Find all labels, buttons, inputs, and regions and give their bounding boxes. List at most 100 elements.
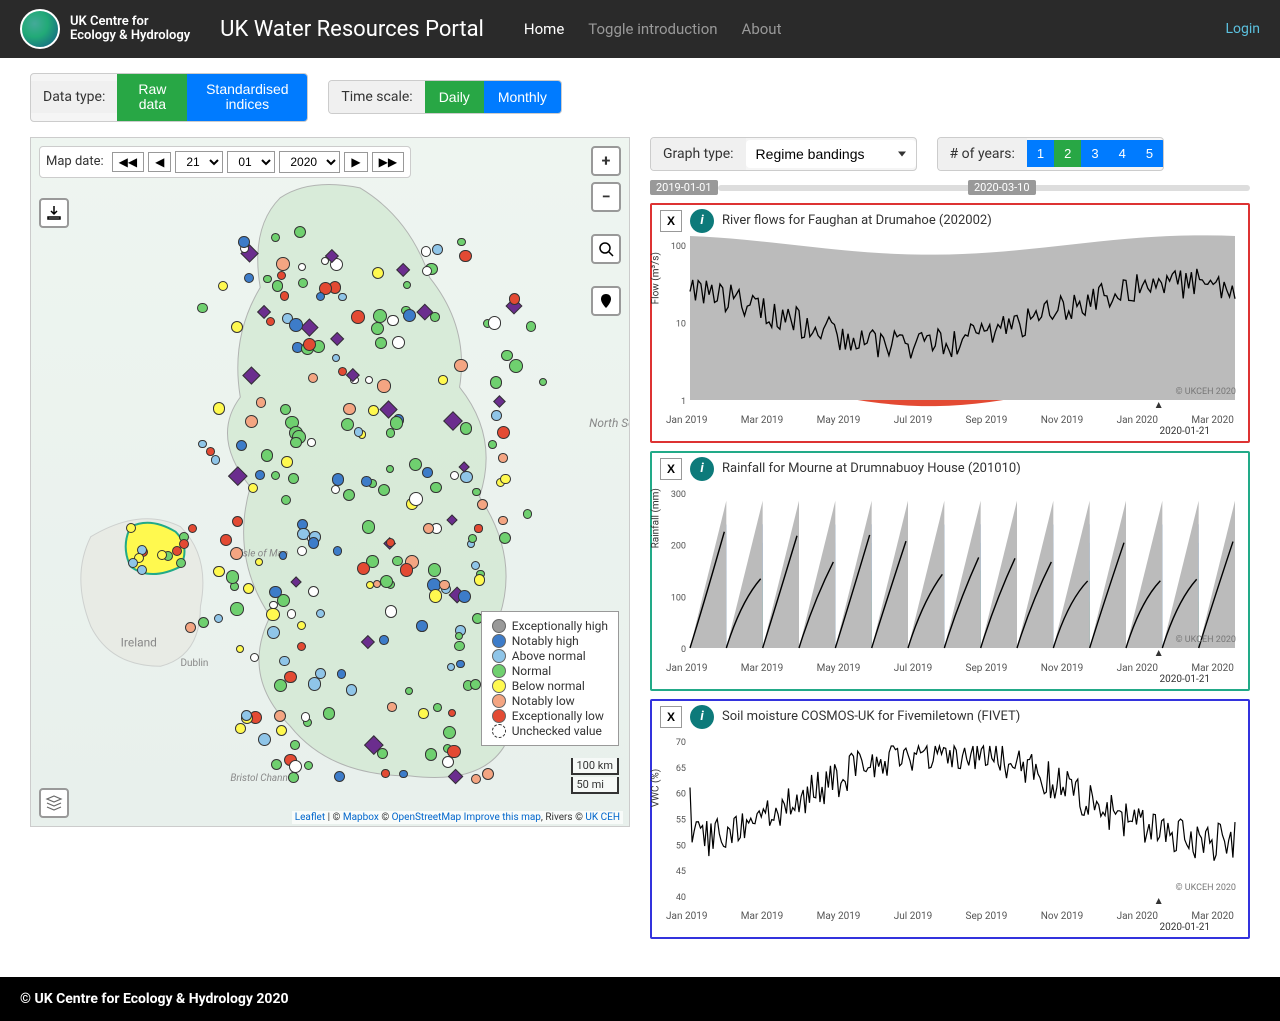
station-circle-marker[interactable] (308, 586, 319, 597)
station-circle-marker[interactable] (472, 488, 480, 496)
chart-close-button[interactable]: X (660, 458, 682, 480)
raw-data-button[interactable]: Raw data (117, 74, 187, 121)
brand-logo[interactable]: UK Centre for Ecology & Hydrology (20, 9, 190, 49)
station-circle-marker[interactable] (459, 250, 472, 263)
station-circle-marker[interactable] (334, 771, 345, 782)
station-circle-marker[interactable] (387, 315, 398, 326)
station-circle-marker[interactable] (458, 590, 471, 603)
station-circle-marker[interactable] (474, 574, 486, 586)
station-circle-marker[interactable] (323, 707, 335, 719)
station-circle-marker[interactable] (526, 321, 536, 331)
station-circle-marker[interactable] (432, 244, 443, 255)
layers-button[interactable] (39, 788, 69, 818)
nav-toggle-intro[interactable]: Toggle introduction (588, 20, 717, 38)
station-circle-marker[interactable] (365, 376, 373, 384)
station-circle-marker[interactable] (456, 660, 465, 669)
station-circle-marker[interactable] (197, 303, 207, 313)
station-circle-marker[interactable] (245, 415, 258, 428)
station-circle-marker[interactable] (433, 703, 442, 712)
station-circle-marker[interactable] (236, 440, 247, 451)
station-circle-marker[interactable] (368, 405, 379, 416)
station-circle-marker[interactable] (428, 563, 441, 576)
station-circle-marker[interactable] (380, 575, 393, 588)
locate-button[interactable] (591, 286, 621, 316)
station-circle-marker[interactable] (288, 473, 299, 484)
station-circle-marker[interactable] (256, 397, 266, 407)
station-circle-marker[interactable] (290, 740, 300, 750)
date-rewind-button[interactable]: ◀ (148, 152, 171, 172)
station-circle-marker[interactable] (315, 668, 326, 679)
station-circle-marker[interactable] (471, 774, 481, 784)
improve-map-link[interactable]: Improve this map (464, 812, 541, 823)
leaflet-link[interactable]: Leaflet (295, 812, 325, 823)
station-circle-marker[interactable] (281, 456, 293, 468)
station-circle-marker[interactable] (271, 759, 282, 770)
year-5-button[interactable]: 5 (1136, 140, 1163, 167)
station-circle-marker[interactable] (333, 546, 343, 556)
chart-info-button[interactable]: i (690, 209, 714, 233)
search-location-button[interactable] (591, 234, 621, 264)
chart-body[interactable]: VWC (%)70656055504540© UKCEH 2020 (660, 731, 1240, 911)
date-rewind-fast-button[interactable]: ◀◀ (112, 152, 144, 172)
station-circle-marker[interactable] (377, 748, 388, 759)
station-circle-marker[interactable] (430, 312, 440, 322)
station-circle-marker[interactable] (287, 609, 297, 619)
date-month-select[interactable]: 01 (227, 151, 275, 173)
monthly-button[interactable]: Monthly (484, 81, 561, 113)
station-circle-marker[interactable] (379, 635, 389, 645)
station-circle-marker[interactable] (248, 483, 258, 493)
download-button[interactable] (39, 198, 69, 228)
nav-about[interactable]: About (742, 20, 782, 38)
station-circle-marker[interactable] (491, 410, 502, 421)
station-circle-marker[interactable] (276, 725, 287, 736)
map-container[interactable]: Map date: ◀◀ ◀ 21 01 2020 ▶ ▶▶ + − (30, 137, 630, 827)
station-circle-marker[interactable] (176, 558, 186, 568)
login-link[interactable]: Login (1225, 21, 1260, 37)
station-circle-marker[interactable] (373, 309, 387, 323)
year-4-button[interactable]: 4 (1109, 140, 1136, 167)
station-circle-marker[interactable] (126, 523, 136, 533)
station-circle-marker[interactable] (422, 467, 433, 478)
station-circle-marker[interactable] (509, 359, 523, 373)
station-circle-marker[interactable] (455, 632, 463, 640)
station-circle-marker[interactable] (438, 375, 448, 385)
station-circle-marker[interactable] (418, 708, 429, 719)
year-2-button[interactable]: 2 (1054, 140, 1081, 167)
station-circle-marker[interactable] (298, 278, 308, 288)
station-circle-marker[interactable] (289, 318, 303, 332)
station-circle-marker[interactable] (390, 416, 403, 429)
date-forward-fast-button[interactable]: ▶▶ (372, 152, 404, 172)
station-circle-marker[interactable] (280, 291, 289, 300)
chart-body[interactable]: Flow (m³/s)100101© UKCEH 2020 (660, 235, 1240, 415)
station-circle-marker[interactable] (297, 621, 306, 630)
station-circle-marker[interactable] (392, 336, 405, 349)
station-circle-marker[interactable] (416, 620, 428, 632)
zoom-in-button[interactable]: + (591, 146, 621, 176)
station-circle-marker[interactable] (238, 236, 250, 248)
station-circle-marker[interactable] (279, 551, 287, 559)
station-circle-marker[interactable] (375, 337, 387, 349)
station-circle-marker[interactable] (213, 566, 225, 578)
station-circle-marker[interactable] (346, 684, 357, 695)
station-circle-marker[interactable] (269, 586, 282, 599)
date-day-select[interactable]: 21 (175, 151, 223, 173)
chart-close-button[interactable]: X (660, 210, 682, 232)
station-circle-marker[interactable] (500, 474, 510, 484)
station-circle-marker[interactable] (230, 602, 243, 615)
station-circle-marker[interactable] (387, 702, 396, 711)
station-circle-marker[interactable] (198, 440, 206, 448)
ukceh-link[interactable]: UK CEH (585, 812, 620, 823)
station-circle-marker[interactable] (439, 580, 449, 590)
station-circle-marker[interactable] (399, 770, 407, 778)
mapbox-link[interactable]: Mapbox (343, 812, 379, 823)
station-circle-marker[interactable] (271, 233, 280, 242)
date-end-tag[interactable]: 2020-03-10 (968, 180, 1036, 195)
station-circle-marker[interactable] (206, 447, 215, 456)
date-slider[interactable]: 2019-01-01 2020-03-10 (650, 179, 1250, 197)
chart-close-button[interactable]: X (660, 706, 682, 728)
nav-home[interactable]: Home (524, 20, 564, 38)
station-circle-marker[interactable] (488, 316, 501, 329)
station-circle-marker[interactable] (362, 520, 375, 533)
zoom-out-button[interactable]: − (591, 182, 621, 212)
station-circle-marker[interactable] (137, 565, 147, 575)
